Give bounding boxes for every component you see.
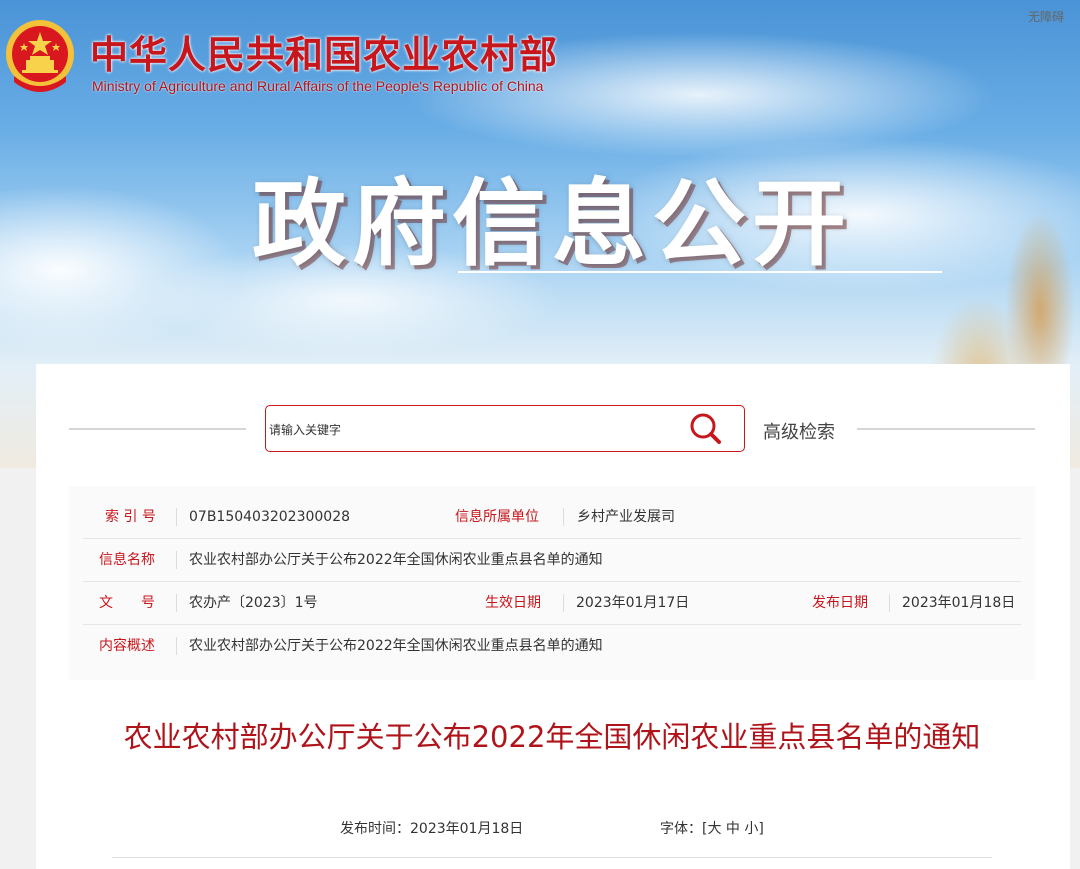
article-divider <box>112 857 992 858</box>
publish-time-value: 2023年01月18日 <box>410 821 524 837</box>
info-row-docno: 文 号 农办产〔2023〕1号 生效日期 2023年01月17日 发布日期 20… <box>69 582 1035 625</box>
name-label: 信息名称 <box>99 552 155 568</box>
info-row-index: 索 引 号 07B150403202300028 信息所属单位 乡村产业发展司 <box>69 496 1035 539</box>
divider <box>176 508 177 526</box>
summary-value: 农业农村部办公厅关于公布2022年全国休闲农业重点县名单的通知 <box>189 638 603 654</box>
divider <box>563 508 564 526</box>
search-box <box>265 405 745 452</box>
font-size-label: 字体： <box>660 821 702 837</box>
title-underline <box>458 271 942 273</box>
info-table: 索 引 号 07B150403202300028 信息所属单位 乡村产业发展司 … <box>69 486 1035 680</box>
publish-time: 发布时间：2023年01月18日 <box>340 818 523 838</box>
ministry-name-cn: 中华人民共和国农业农村部 <box>90 32 559 77</box>
national-emblem-icon <box>6 20 74 92</box>
section-title: 政府信息公开 <box>252 170 853 279</box>
divider <box>563 594 564 612</box>
advanced-search-link[interactable]: 高级检索 <box>763 418 835 444</box>
info-row-summary: 内容概述 农业农村部办公厅关于公布2022年全国休闲农业重点县名单的通知 <box>69 625 1035 668</box>
search-input[interactable] <box>267 416 671 444</box>
ministry-name-en: Ministry of Agriculture and Rural Affair… <box>92 78 544 94</box>
accessibility-link[interactable]: 无障碍 <box>1028 8 1064 25</box>
summary-label: 内容概述 <box>99 638 155 654</box>
divider <box>176 637 177 655</box>
font-bracket-close: ] <box>758 821 764 837</box>
search-icon[interactable] <box>686 410 726 448</box>
effective-date-label: 生效日期 <box>485 595 541 611</box>
font-small-button[interactable]: 小 <box>744 821 758 837</box>
search-divider-left <box>69 428 246 430</box>
effective-date-value: 2023年01月17日 <box>576 595 690 611</box>
publish-time-label: 发布时间： <box>340 821 410 837</box>
publish-date-value: 2023年01月18日 <box>902 595 1016 611</box>
info-row-name: 信息名称 农业农村部办公厅关于公布2022年全国休闲农业重点县名单的通知 <box>69 539 1035 582</box>
font-large-button[interactable]: 大 <box>707 821 721 837</box>
docno-label: 文 号 <box>99 595 155 611</box>
docno-value: 农办产〔2023〕1号 <box>189 595 318 611</box>
font-medium-button[interactable]: 中 <box>726 821 740 837</box>
index-label: 索 引 号 <box>105 509 156 525</box>
dept-label: 信息所属单位 <box>455 509 539 525</box>
divider <box>889 594 890 612</box>
divider <box>176 551 177 569</box>
index-value: 07B150403202300028 <box>189 509 351 525</box>
dept-value: 乡村产业发展司 <box>577 509 675 525</box>
font-size-switcher: 字体：[大 中 小] <box>660 818 764 838</box>
article-title: 农业农村部办公厅关于公布2022年全国休闲农业重点县名单的通知 <box>123 720 981 754</box>
publish-date-label: 发布日期 <box>812 595 868 611</box>
divider <box>176 594 177 612</box>
name-value: 农业农村部办公厅关于公布2022年全国休闲农业重点县名单的通知 <box>189 552 603 568</box>
search-divider-right <box>857 428 1035 430</box>
